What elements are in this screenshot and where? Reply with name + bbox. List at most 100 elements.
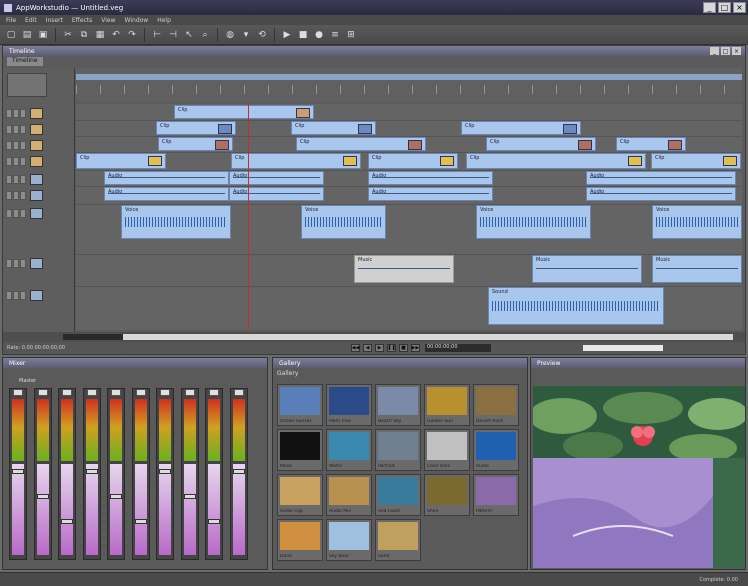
volume-envelope[interactable] — [372, 177, 489, 179]
video-clip[interactable]: Clip — [616, 137, 686, 151]
volume-fader[interactable] — [232, 464, 245, 555]
gallery-item[interactable]: Water — [326, 429, 372, 471]
audio-clip[interactable]: Audio — [104, 187, 229, 201]
track-buttons[interactable] — [6, 209, 26, 218]
audio-clip[interactable]: Audio — [368, 187, 493, 201]
trim-icon[interactable]: ⊢ — [150, 28, 164, 42]
stop-icon[interactable]: ■ — [296, 28, 310, 42]
gallery-item[interactable]: Beach Sky — [375, 384, 421, 426]
audio-clip[interactable]: Music — [354, 255, 454, 283]
timeline-minimize-button[interactable]: _ — [710, 47, 719, 55]
menu-window[interactable]: Window — [125, 17, 149, 24]
audio-clip[interactable]: Voice — [301, 205, 386, 239]
pause-button[interactable]: ❚❚ — [387, 344, 396, 352]
channel-label-box[interactable] — [86, 389, 97, 396]
loop-icon[interactable]: ⟲ — [255, 28, 269, 42]
audio-clip[interactable]: Audio — [104, 171, 229, 185]
track-buttons[interactable] — [6, 259, 26, 268]
minimize-button[interactable]: _ — [703, 2, 716, 13]
audio-clip[interactable]: Sound — [488, 287, 664, 325]
maximize-button[interactable]: □ — [718, 2, 731, 13]
fader-knob[interactable] — [61, 519, 73, 524]
undo-icon[interactable]: ↶ — [109, 28, 123, 42]
volume-fader[interactable] — [12, 464, 24, 555]
menu-help[interactable]: Help — [157, 17, 171, 24]
audio-clip[interactable]: Voice — [652, 205, 742, 239]
track-header[interactable] — [6, 258, 74, 269]
volume-fader[interactable] — [85, 464, 98, 555]
gallery-item[interactable]: Audio Mix — [326, 474, 372, 516]
audio-clip[interactable]: Music — [532, 255, 642, 283]
gallery-item[interactable]: Shell — [424, 474, 470, 516]
select-icon[interactable]: ↖ — [182, 28, 196, 42]
grid-icon[interactable]: ⊞ — [344, 28, 358, 42]
save-icon[interactable]: ▣ — [36, 28, 50, 42]
track-header[interactable] — [6, 290, 74, 301]
volume-fader[interactable] — [183, 464, 196, 555]
globe-icon[interactable]: ◍ — [223, 28, 237, 42]
volume-fader[interactable] — [159, 464, 171, 555]
fader-knob[interactable] — [85, 469, 98, 474]
channel-label-box[interactable] — [233, 389, 244, 396]
track-header[interactable] — [6, 140, 74, 151]
volume-fader[interactable] — [134, 464, 147, 555]
volume-envelope[interactable] — [656, 267, 738, 269]
volume-fader[interactable] — [110, 464, 122, 555]
track-header[interactable] — [6, 156, 74, 167]
audio-clip[interactable]: Audio — [229, 171, 324, 185]
track-buttons[interactable] — [6, 291, 26, 300]
forward-button[interactable]: ▶▶ — [411, 344, 420, 352]
track-header[interactable] — [6, 174, 74, 185]
audio-clip[interactable]: Audio — [586, 171, 736, 185]
gallery-item[interactable]: Ocean Sunset — [277, 384, 323, 426]
track-buttons[interactable] — [6, 191, 26, 200]
redo-icon[interactable]: ↷ — [125, 28, 139, 42]
menu-file[interactable]: File — [6, 17, 16, 24]
video-clip[interactable]: Clip — [174, 105, 314, 119]
play-button[interactable]: ▶ — [375, 344, 384, 352]
track-header[interactable] — [6, 208, 74, 219]
timeline-maximize-button[interactable]: □ — [721, 47, 730, 55]
video-clip[interactable]: Clip — [461, 121, 581, 135]
video-clip[interactable]: Clip — [486, 137, 596, 151]
audio-clip[interactable]: Music — [652, 255, 742, 283]
channel-label-box[interactable] — [62, 389, 72, 396]
timeline-ruler[interactable] — [76, 68, 742, 102]
tab-timeline[interactable]: Timeline — [7, 57, 43, 66]
zoom-icon[interactable]: ⌕ — [198, 28, 212, 42]
fader-knob[interactable] — [134, 519, 147, 524]
track-buttons[interactable] — [6, 157, 26, 166]
zoom-slider[interactable] — [583, 345, 663, 351]
video-clip[interactable]: Clip — [158, 137, 233, 151]
channel-label-box[interactable] — [37, 389, 48, 396]
playhead-cursor[interactable] — [248, 104, 249, 330]
video-clip[interactable]: Clip — [368, 153, 458, 169]
volume-envelope[interactable] — [108, 177, 225, 179]
track-buttons[interactable] — [6, 109, 26, 118]
gallery-item[interactable]: Dune — [277, 519, 323, 561]
close-button[interactable]: × — [733, 2, 746, 13]
gallery-item[interactable]: Moon — [277, 429, 323, 471]
paste-icon[interactable]: ▦ — [93, 28, 107, 42]
volume-fader[interactable] — [61, 464, 73, 555]
gallery-item[interactable]: Pattern — [473, 474, 519, 516]
fader-knob[interactable] — [183, 494, 196, 499]
rewind-button[interactable]: ◀◀ — [351, 344, 360, 352]
gallery-item[interactable]: Palm Tree — [326, 384, 372, 426]
channel-label-box[interactable] — [184, 389, 195, 396]
play-icon[interactable]: ▶ — [280, 28, 294, 42]
track-header[interactable] — [6, 190, 74, 201]
audio-clip[interactable]: Voice — [121, 205, 231, 239]
video-clip[interactable]: Clip — [76, 153, 166, 169]
fader-knob[interactable] — [208, 519, 220, 524]
channel-label-box[interactable] — [160, 389, 170, 396]
gallery-item[interactable]: Audio Clip — [277, 474, 323, 516]
volume-envelope[interactable] — [590, 177, 732, 179]
fader-knob[interactable] — [110, 494, 122, 499]
timeline-control-box[interactable] — [7, 73, 47, 97]
volume-envelope[interactable] — [233, 177, 320, 179]
fader-knob[interactable] — [36, 494, 49, 499]
track-buttons[interactable] — [6, 175, 26, 184]
menu-view[interactable]: View — [101, 17, 115, 24]
volume-envelope[interactable] — [590, 193, 732, 195]
